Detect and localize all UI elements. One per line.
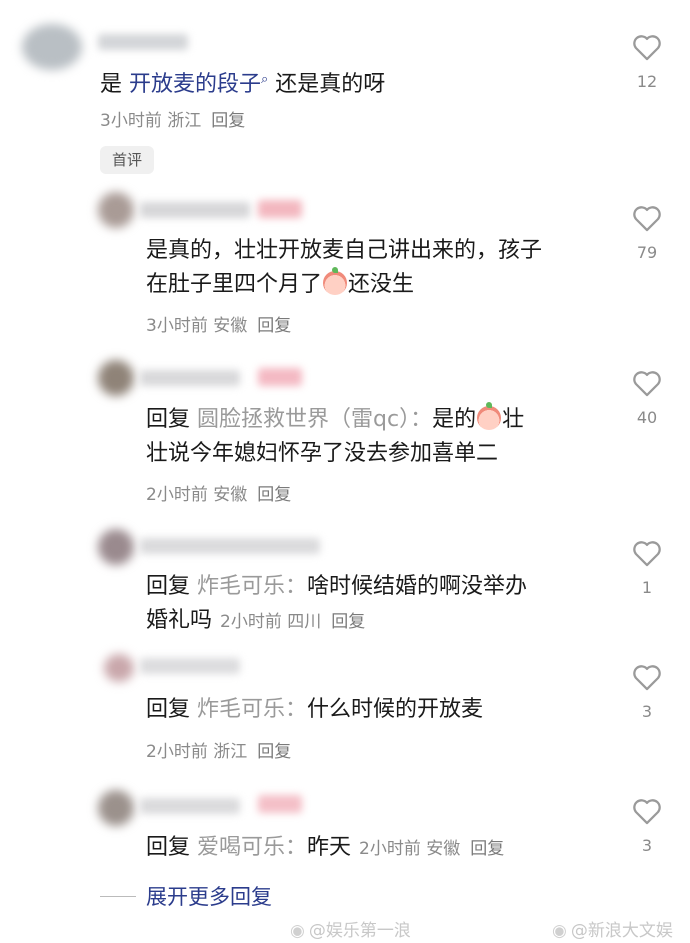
reply-target-name[interactable]: 炸毛可乐： — [197, 574, 307, 599]
like-count: 1 — [641, 578, 653, 597]
reply-text: 回复 炸毛可乐：啥时候结婚的啊没举办 — [146, 574, 528, 599]
reply-button[interactable]: 回复 — [331, 612, 365, 632]
weibo-logo-icon: ◉ — [290, 921, 305, 941]
reply-text: 在肚子里四个月了 还没生 — [146, 267, 415, 297]
avatar[interactable] — [98, 360, 134, 396]
reply-text: 回复 炸毛可乐：什么时候的开放麦 — [146, 697, 484, 722]
like-count: 3 — [641, 702, 653, 721]
reply-text: 回复 爱喝可乐：昨天 2小时前 安徽 回复 — [146, 835, 505, 860]
username-blurred[interactable] — [140, 538, 320, 554]
reply-meta: 2小时前 四川 回复 — [220, 612, 366, 632]
reply-text: 壮说今年媳妇怀孕了没去参加喜单二 — [146, 441, 499, 466]
author-tag-blurred — [258, 200, 302, 218]
reply-text: 是真的，壮壮开放麦自己讲出来的，孩子 — [146, 238, 543, 263]
peach-emoji-icon — [477, 402, 502, 430]
watermark: ◉ @娱乐第一浪 — [290, 921, 411, 941]
expand-divider — [100, 896, 136, 897]
topic-link[interactable]: 开放麦的段子 — [129, 72, 261, 97]
heart-outline-icon[interactable] — [630, 201, 664, 235]
peach-emoji-icon — [323, 267, 348, 295]
reply-target-name[interactable]: 炸毛可乐： — [197, 697, 307, 722]
username-blurred[interactable] — [140, 370, 240, 386]
reply-target-name[interactable]: 圆脸拯救世界（雷qc）： — [197, 407, 432, 432]
avatar[interactable] — [98, 790, 134, 826]
heart-outline-icon[interactable] — [630, 660, 664, 694]
username-blurred[interactable] — [140, 202, 250, 218]
reply-button[interactable]: 回复 — [470, 839, 504, 859]
heart-outline-icon[interactable] — [630, 366, 664, 400]
like-count: 3 — [641, 836, 653, 855]
username-blurred[interactable] — [98, 34, 188, 50]
reply-button[interactable]: 回复 — [257, 742, 291, 762]
comment-meta: 3小时前 浙江 回复 — [100, 111, 246, 131]
reply-button[interactable]: 回复 — [257, 316, 291, 336]
avatar[interactable] — [22, 24, 82, 70]
reply-meta: 2小时前 安徽 回复 — [359, 839, 505, 859]
reply-target-name[interactable]: 爱喝可乐： — [197, 835, 307, 860]
author-tag-blurred — [258, 795, 302, 813]
avatar[interactable] — [98, 529, 134, 565]
author-tag-blurred — [258, 368, 302, 386]
heart-outline-icon[interactable] — [630, 30, 664, 64]
expand-more-replies-button[interactable]: 展开更多回复 — [146, 881, 272, 911]
username-blurred[interactable] — [140, 658, 240, 674]
avatar[interactable] — [98, 192, 134, 228]
like-count: 40 — [636, 408, 658, 427]
comment-text: 是 开放麦的段子⌕ 还是真的呀 — [100, 72, 386, 97]
reply-meta: 3小时前 安徽 回复 — [146, 316, 292, 336]
avatar[interactable] — [104, 654, 134, 682]
watermark: ◉ @新浪大文娱 — [552, 921, 673, 941]
weibo-logo-icon: ◉ — [552, 921, 567, 941]
username-blurred[interactable] — [140, 798, 240, 814]
reply-text: 婚礼吗 2小时前 四川 回复 — [146, 608, 366, 633]
reply-text: 回复 圆脸拯救世界（雷qc）：是的壮 — [146, 402, 525, 432]
first-comment-badge: 首评 — [100, 146, 155, 174]
heart-outline-icon[interactable] — [630, 536, 664, 570]
heart-outline-icon[interactable] — [630, 794, 664, 828]
reply-meta: 2小时前 安徽 回复 — [146, 485, 292, 505]
reply-button[interactable]: 回复 — [257, 485, 291, 505]
like-count: 12 — [636, 72, 658, 91]
reply-meta: 2小时前 浙江 回复 — [146, 742, 292, 762]
reply-button[interactable]: 回复 — [211, 111, 245, 131]
like-count: 79 — [636, 243, 658, 262]
